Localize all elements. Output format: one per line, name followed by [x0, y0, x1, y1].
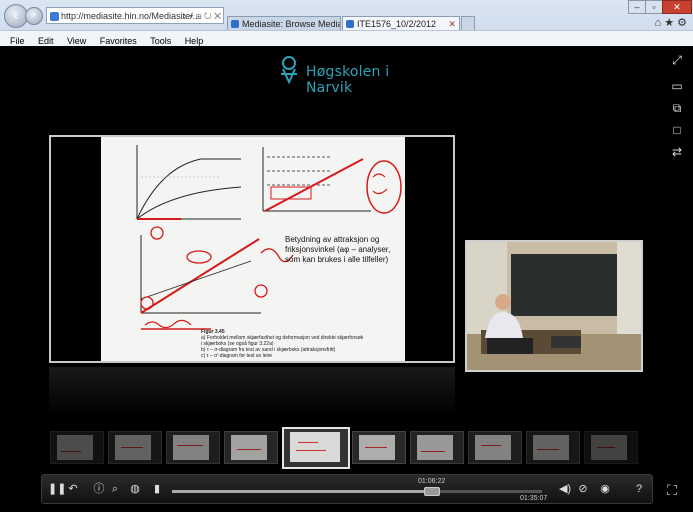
browser-chrome: ‹ › http://mediasite.hin.no/Mediasite/..… [0, 0, 693, 47]
tools-gear-icon[interactable]: ⚙ [677, 17, 687, 29]
menu-edit[interactable]: Edit [38, 36, 54, 46]
seek-bar[interactable] [172, 490, 542, 493]
menu-help[interactable]: Help [185, 36, 204, 46]
seek-bar-progress [172, 490, 431, 493]
ie-tab-icon [346, 20, 354, 28]
caption-line: c) τ – σ'-diagram for test av leire [201, 353, 273, 359]
close-tab-icon[interactable]: ✕ [448, 17, 456, 30]
video-frame [467, 242, 641, 370]
slide-thumbnail[interactable] [166, 431, 220, 464]
slide-thumbnail[interactable] [352, 431, 406, 464]
expand-icon[interactable]: ⤢ [668, 52, 686, 68]
seek-handle[interactable] [424, 487, 440, 496]
mediasite-player: Høgskolen i Narvik ⤢ ▭ ⧉ □ ⇄ Betydning a… [0, 46, 693, 512]
menu-view[interactable]: View [67, 36, 86, 46]
slide-thumbnail-current[interactable] [282, 427, 350, 469]
fullscreen-icon[interactable]: ⛶ [661, 479, 683, 501]
forward-button[interactable]: › [25, 7, 43, 25]
search-icon[interactable]: ⌕ [108, 482, 122, 496]
menu-bar: File Edit View Favorites Tools Help [0, 30, 693, 47]
slide-caption: Figur 3.45 a) Forholdet mellom skjærfast… [201, 329, 391, 359]
share-icon[interactable]: ◉ [598, 482, 612, 496]
title-bar: ‹ › http://mediasite.hin.no/Mediasite/..… [0, 0, 693, 30]
playback-control-bar: ❚❚ ↶ ⓘ ⌕ ◍ ▮ 01:06:22 01:35:07 ◀) ⊘ ◉ ? [41, 474, 653, 504]
current-time: 01:06:22 [418, 478, 446, 485]
picture-in-picture-icon[interactable]: ▭ [668, 78, 686, 94]
tab-browse-mediasite[interactable]: Mediasite: Browse Mediasite [227, 16, 341, 30]
slide-thumbnail[interactable] [224, 431, 278, 464]
address-text: http://mediasite.hin.no/Mediasite/... [61, 11, 201, 21]
favorites-star-icon[interactable]: ★ [664, 17, 674, 29]
layout-controls: ⤢ ▭ ⧉ □ ⇄ [668, 52, 686, 166]
swap-layout-icon[interactable]: ⧉ [668, 100, 686, 116]
slide-thumbnail[interactable] [526, 431, 580, 464]
tab-label: ITE1576_10/2/2012 [357, 19, 437, 29]
logo-mark-icon [281, 56, 297, 84]
total-time: 01:35:07 [520, 495, 548, 502]
switch-views-icon[interactable]: ⇄ [668, 144, 686, 160]
new-tab-button[interactable] [461, 16, 475, 30]
slide-frame[interactable]: Betydning av attraksjon og friksjonsvink… [49, 135, 455, 363]
info-icon[interactable]: ⓘ [92, 482, 106, 496]
slide-thumbnail[interactable] [108, 431, 162, 464]
browser-right-icons: ⌂ ★ ⚙ [654, 16, 687, 29]
rewind-icon[interactable]: ↶ [66, 482, 80, 496]
slide-thumbnail[interactable] [50, 431, 104, 464]
minimize-button[interactable]: – [628, 0, 646, 14]
slide-thumbnail[interactable] [584, 431, 638, 464]
captions-icon[interactable]: ◍ [128, 482, 142, 496]
menu-tools[interactable]: Tools [150, 36, 171, 46]
slide-thumbnail[interactable] [410, 431, 464, 464]
slide-reflection [49, 367, 455, 417]
menu-file[interactable]: File [10, 36, 25, 46]
quality-bars-icon[interactable]: ▮ [150, 482, 164, 496]
address-tools-icon[interactable]: ⌕ ▾ ⊞ ↻ ✕ [182, 8, 221, 23]
link-icon[interactable]: ⊘ [576, 482, 590, 496]
volume-icon[interactable]: ◀) [558, 482, 572, 496]
slide-thumbnail-strip [46, 427, 646, 469]
slide-body-text: Betydning av attraksjon og friksjonsvink… [285, 235, 391, 264]
tab-ite1576[interactable]: ITE1576_10/2/2012 ✕ [342, 16, 460, 30]
menu-favorites[interactable]: Favorites [100, 36, 137, 46]
help-icon[interactable]: ? [632, 482, 646, 496]
school-logo: Høgskolen i Narvik [278, 56, 428, 96]
close-window-button[interactable]: ✕ [662, 0, 692, 14]
maximize-button[interactable]: ▫ [645, 0, 663, 14]
slide-only-icon[interactable]: □ [668, 122, 686, 138]
slide-image: Betydning av attraksjon og friksjonsvink… [101, 137, 405, 361]
home-icon[interactable]: ⌂ [654, 17, 661, 29]
address-bar[interactable]: http://mediasite.hin.no/Mediasite/... ⌕ … [46, 7, 224, 24]
slide-thumbnail[interactable] [468, 431, 522, 464]
presenter-video[interactable] [465, 240, 643, 372]
pause-icon[interactable]: ❚❚ [48, 482, 66, 496]
ie-tab-icon [231, 20, 239, 28]
tab-label: Mediasite: Browse Mediasite [242, 19, 340, 29]
site-favicon-icon [50, 12, 59, 21]
logo-text: Høgskolen i Narvik [306, 64, 390, 96]
